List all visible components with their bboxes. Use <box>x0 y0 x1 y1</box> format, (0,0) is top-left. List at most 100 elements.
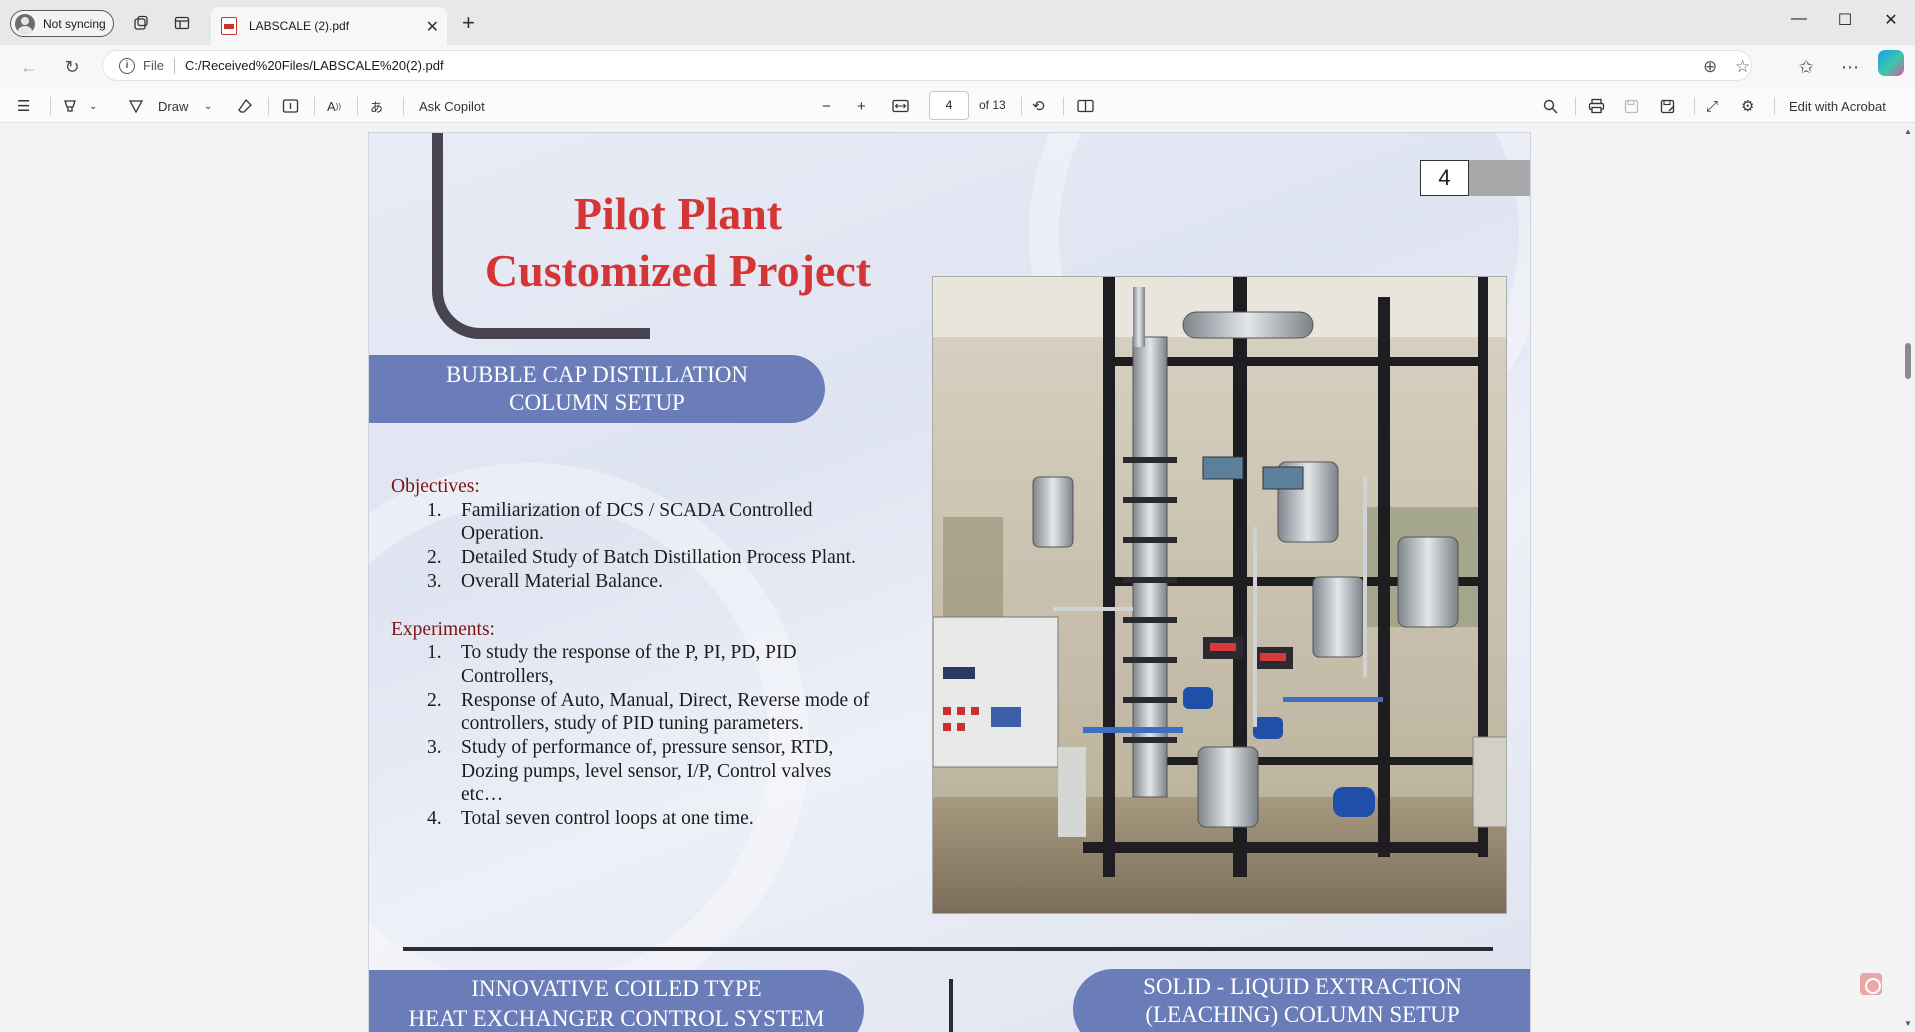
address-bar[interactable]: i File C:/Received%20Files/LABSCALE%20(2… <box>102 50 1752 81</box>
experiment-item-number: 1. <box>427 642 442 664</box>
edit-with-acrobat-button[interactable]: Edit with Acrobat <box>1789 94 1886 118</box>
page-title: Pilot Plant Customized Project <box>477 185 879 299</box>
fullscreen-icon[interactable]: ⤢ <box>1706 94 1718 118</box>
experiments-heading: Experiments: <box>391 618 495 640</box>
refresh-icon[interactable]: ↻ <box>60 55 84 79</box>
page-number-tab <box>1469 160 1530 196</box>
zoom-in-icon[interactable]: + <box>857 94 866 118</box>
objective-item: 3. Overall Material Balance. <box>391 570 871 594</box>
close-window-icon[interactable]: ✕ <box>1876 10 1906 30</box>
pdf-page: 4 Pilot Plant Customized Project BUBBLE … <box>368 132 1531 1032</box>
acrobat-icon[interactable] <box>1860 973 1882 995</box>
objective-item: 1. Familiarization of DCS / SCADA Control… <box>391 499 871 546</box>
pdf-viewer[interactable]: 4 Pilot Plant Customized Project BUBBLE … <box>0 123 1915 1032</box>
more-menu-icon[interactable]: ⋯ <box>1838 55 1862 79</box>
tab-title: LABSCALE (2).pdf <box>249 19 350 33</box>
bottom-right-title-line-1: SOLID - LIQUID EXTRACTION <box>1143 974 1462 999</box>
profile-button[interactable]: Not syncing <box>10 10 114 37</box>
toolbar-divider <box>268 97 269 115</box>
page-total-label: of 13 <box>979 98 1006 112</box>
save-icon[interactable] <box>1624 94 1639 118</box>
tab-bar: Not syncing LABSCALE (2).pdf ✕ + — ☐ ✕ <box>0 0 1915 45</box>
profile-label: Not syncing <box>43 16 106 31</box>
tab-labscale-pdf[interactable]: LABSCALE (2).pdf ✕ <box>211 7 447 45</box>
close-tab-icon[interactable]: ✕ <box>426 17 439 37</box>
experiment-item-number: 2. <box>427 689 442 711</box>
new-tab-icon[interactable]: + <box>462 10 475 36</box>
objective-item-text: Familiarization of DCS / SCADA Controlle… <box>461 499 813 545</box>
translate-icon[interactable]: あ <box>370 94 383 118</box>
bottom-right-title-line-2: (LEACHING) COLUMN SETUP <box>1145 1002 1460 1027</box>
objective-item-number: 3. <box>427 570 442 592</box>
vertical-tabs-icon[interactable] <box>171 12 193 34</box>
pdf-file-icon <box>221 17 237 35</box>
print-icon[interactable] <box>1588 94 1605 118</box>
experiment-item: 3. Study of performance of, pressure sens… <box>391 736 871 807</box>
back-arrow-icon[interactable]: ← <box>17 55 41 79</box>
minimize-icon[interactable]: — <box>1784 10 1814 28</box>
draw-icon[interactable] <box>128 94 144 118</box>
title-line-1: Pilot Plant <box>573 188 783 239</box>
section-title-line-2: COLUMN SETUP <box>509 390 685 415</box>
toolbar-divider <box>357 97 358 115</box>
scroll-up-arrow-icon[interactable]: ▲ <box>1904 127 1912 136</box>
maximize-icon[interactable]: ☐ <box>1830 10 1860 30</box>
ask-copilot-button[interactable]: Ask Copilot <box>419 94 485 118</box>
workspaces-icon[interactable] <box>130 12 152 34</box>
toolbar-divider <box>1063 97 1064 115</box>
url-divider <box>173 57 175 74</box>
copilot-icon[interactable] <box>1878 50 1904 76</box>
draw-button[interactable]: Draw <box>158 94 188 118</box>
favorites-icon[interactable]: ✩ <box>1794 55 1818 79</box>
navigation-bar: ← ↻ i File C:/Received%20Files/LABSCALE%… <box>0 45 1915 88</box>
rotate-icon[interactable]: ⟲ <box>1032 94 1045 118</box>
text-box-icon[interactable] <box>282 94 299 118</box>
settings-gear-icon[interactable]: ⚙ <box>1741 94 1754 118</box>
description-text: Objectives: 1. Familiarization of DCS / S… <box>391 475 871 831</box>
read-aloud-icon[interactable]: A)) <box>327 94 341 118</box>
pdf-toolbar: ☰ ⌄ Draw ⌄ A)) あ Ask Copilot − + 4 of 13… <box>0 88 1915 123</box>
bottom-left-title-line-2: HEAT EXCHANGER CONTROL SYSTEM <box>408 1006 825 1031</box>
chevron-down-icon[interactable]: ⌄ <box>204 94 212 118</box>
coiled-heat-exchanger-banner: INNOVATIVE COILED TYPE HEAT EXCHANGER CO… <box>369 970 864 1032</box>
zoom-out-icon[interactable]: − <box>822 94 831 118</box>
url-scheme: File <box>143 58 164 73</box>
search-icon[interactable] <box>1543 94 1558 118</box>
url-text[interactable]: C:/Received%20Files/LABSCALE%20(2).pdf <box>185 58 444 73</box>
toolbar-divider <box>1774 97 1775 115</box>
toolbar-divider <box>50 97 51 115</box>
chevron-down-icon[interactable]: ⌄ <box>89 94 97 118</box>
experiment-item: 4. Total seven control loops at one time. <box>391 807 871 831</box>
toolbar-divider <box>314 97 315 115</box>
fit-width-icon[interactable] <box>892 94 909 118</box>
page-number-input[interactable]: 4 <box>929 91 969 120</box>
pilot-plant-photo <box>932 276 1507 914</box>
favorite-star-icon[interactable]: ☆ <box>1735 57 1750 77</box>
experiment-item: 1. To study the response of the P, PI, PD… <box>391 641 871 688</box>
section-title-banner: BUBBLE CAP DISTILLATION COLUMN SETUP <box>369 355 825 423</box>
experiment-item: 2. Response of Auto, Manual, Direct, Reve… <box>391 689 871 736</box>
objective-item-number: 1. <box>427 499 442 521</box>
scrollbar-thumb[interactable] <box>1905 343 1911 379</box>
contents-list-icon[interactable]: ☰ <box>17 94 30 118</box>
experiment-item-number: 3. <box>427 737 442 759</box>
toolbar-divider <box>403 97 404 115</box>
zoom-icon[interactable]: ⊕ <box>1703 57 1717 77</box>
horizontal-divider <box>403 947 1493 951</box>
save-as-icon[interactable] <box>1660 94 1676 118</box>
scroll-down-arrow-icon[interactable]: ▼ <box>1904 1019 1912 1028</box>
vertical-divider <box>949 979 953 1032</box>
page-view-icon[interactable] <box>1077 94 1094 118</box>
experiment-item-text: Response of Auto, Manual, Direct, Revers… <box>461 689 870 735</box>
highlight-icon[interactable] <box>62 94 78 118</box>
objective-item-number: 2. <box>427 547 442 569</box>
objective-item-text: Detailed Study of Batch Distillation Pro… <box>461 547 856 569</box>
experiments-list: 1. To study the response of the P, PI, PD… <box>391 641 871 831</box>
toolbar-divider <box>1575 97 1576 115</box>
eraser-icon[interactable] <box>237 94 253 118</box>
objective-item: 2. Detailed Study of Batch Distillation P… <box>391 546 871 570</box>
bottom-left-title-line-1: INNOVATIVE COILED TYPE <box>471 976 762 1001</box>
vertical-scrollbar[interactable]: ▲ ▼ <box>1901 123 1915 1032</box>
objectives-heading: Objectives: <box>391 476 480 497</box>
info-icon[interactable]: i <box>119 57 135 74</box>
